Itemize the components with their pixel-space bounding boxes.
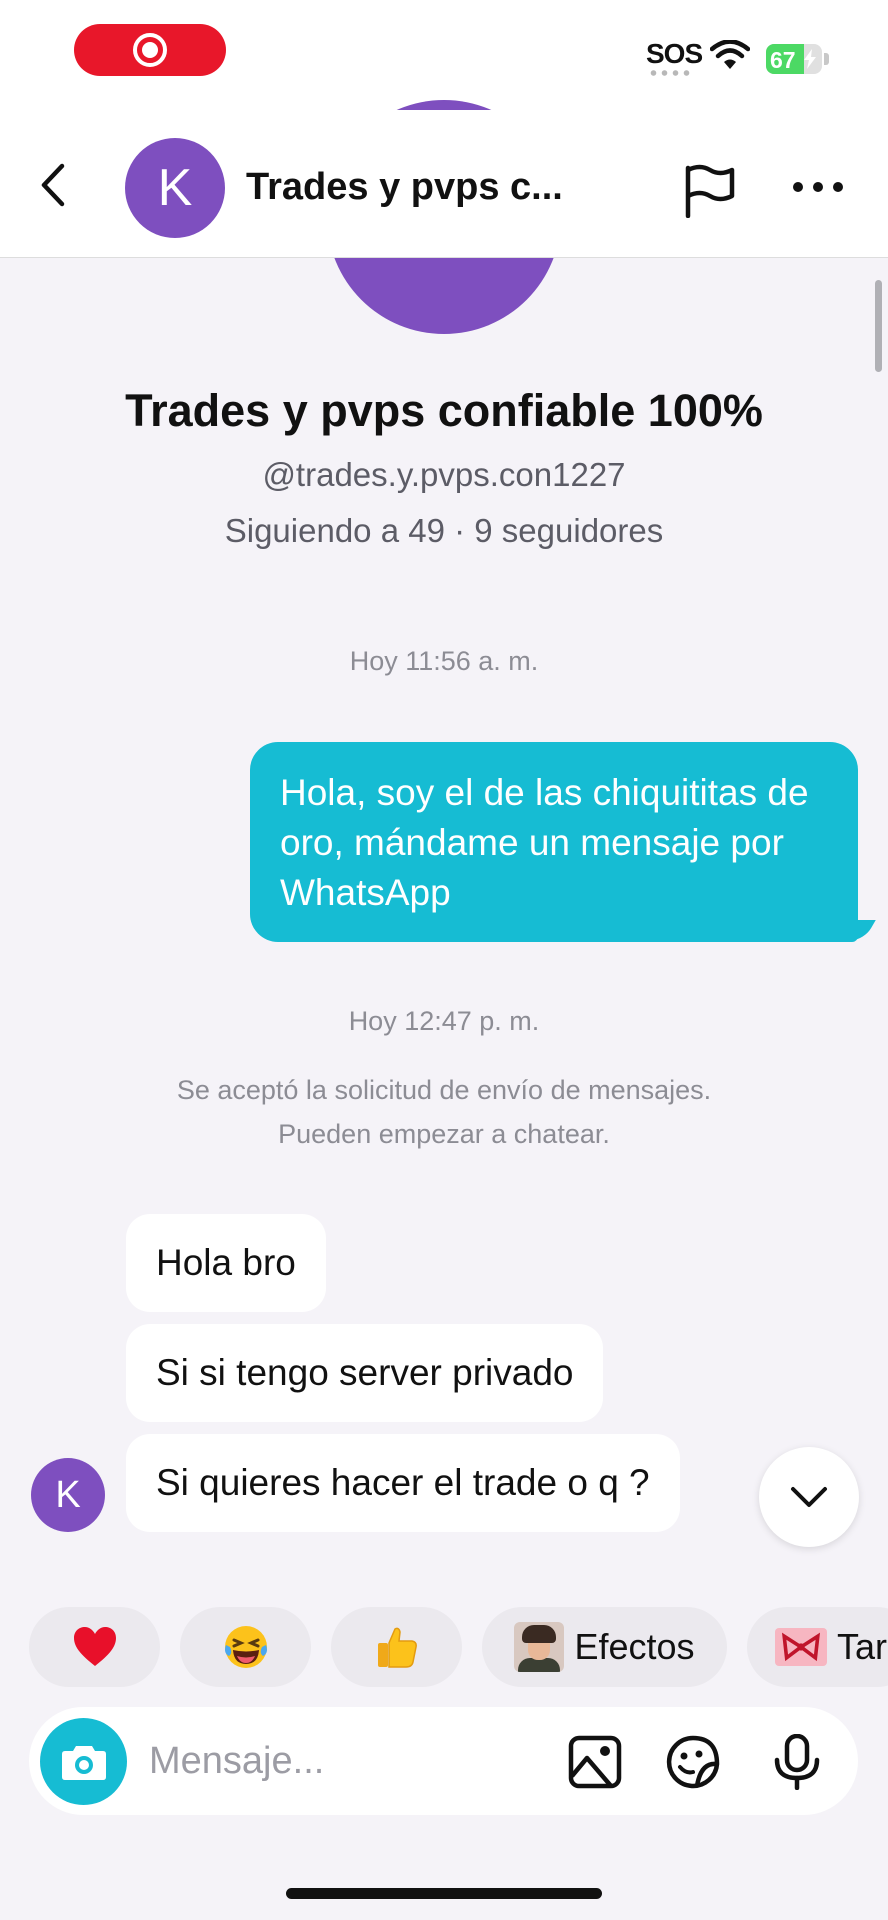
sos-indicator: SOS xyxy=(646,38,703,69)
quick-reaction-laugh[interactable] xyxy=(180,1607,311,1687)
thumbs-up-emoji-icon xyxy=(377,1627,417,1668)
thumb-body xyxy=(518,1658,561,1672)
notice-line: Se aceptó la solicitud de envío de mensa… xyxy=(176,1075,712,1105)
scrollbar[interactable] xyxy=(875,280,882,372)
back-arrow-icon[interactable] xyxy=(30,160,80,210)
chat-title[interactable]: Trades y pvps c... xyxy=(246,166,563,209)
battery-cap xyxy=(824,53,829,65)
heart-emoji-icon xyxy=(73,1627,116,1666)
profile-stats: Siguiendo a 49 · 9 seguidores xyxy=(0,512,888,550)
message-composer xyxy=(29,1707,858,1815)
gallery-icon[interactable] xyxy=(567,1734,623,1790)
home-indicator[interactable] xyxy=(286,1888,602,1899)
stats-separator: · xyxy=(454,512,466,549)
outgoing-message[interactable]: Hola, soy el de las chiquititas de oro, … xyxy=(250,742,858,942)
following-count: Siguiendo a 49 xyxy=(224,512,445,549)
followers-count: 9 seguidores xyxy=(474,512,664,549)
effects-thumbnail xyxy=(514,1622,565,1672)
thumb-hair xyxy=(522,1625,557,1643)
status-bar: SOS 67 xyxy=(0,0,888,110)
quick-reply-next[interactable]: Tar xyxy=(747,1607,888,1687)
next-quick-reply-label: Tar xyxy=(837,1626,888,1667)
notice-line: Pueden empezar a chatear. xyxy=(278,1119,610,1149)
sticker-icon[interactable] xyxy=(665,1734,721,1790)
request-accepted-notice: Se aceptó la solicitud de envío de mensa… xyxy=(0,1068,888,1156)
incoming-message[interactable]: Si si tengo server privado xyxy=(126,1324,604,1422)
quick-reaction-thumbs-up[interactable] xyxy=(331,1607,462,1687)
chevron-down-icon xyxy=(791,1487,827,1507)
battery-indicator: 67 xyxy=(766,44,822,74)
sender-avatar[interactable]: K xyxy=(31,1458,105,1532)
incoming-message[interactable]: Hola bro xyxy=(126,1214,326,1312)
profile-handle[interactable]: @trades.y.pvps.con1227 xyxy=(0,456,888,494)
record-icon xyxy=(133,33,167,67)
header-avatar[interactable]: K xyxy=(125,138,225,238)
more-options-icon[interactable] xyxy=(790,172,846,202)
timestamp: Hoy 12:47 p. m. xyxy=(348,1006,540,1036)
screen-recording-indicator[interactable] xyxy=(74,24,226,76)
wifi-icon xyxy=(710,40,750,69)
message-input[interactable] xyxy=(149,1737,449,1785)
effects-label: Efectos xyxy=(574,1626,695,1667)
battery-percent: 67 xyxy=(770,47,796,73)
profile-name: Trades y pvps confiable 100% xyxy=(125,385,763,436)
timestamp: Hoy 11:56 a. m. xyxy=(349,646,539,676)
gift-ribbon-icon xyxy=(775,1628,827,1666)
signal-dots xyxy=(648,70,692,76)
effects-button[interactable]: Efectos xyxy=(482,1607,727,1687)
quick-reaction-heart[interactable] xyxy=(29,1607,160,1687)
camera-button[interactable] xyxy=(40,1718,127,1805)
scroll-to-bottom-button[interactable] xyxy=(759,1447,859,1547)
camera-icon xyxy=(61,1745,106,1780)
microphone-icon[interactable] xyxy=(769,1734,825,1790)
charging-bolt-icon xyxy=(804,49,816,69)
chat-header: K Trades y pvps c... xyxy=(0,110,888,258)
ribbon-icon xyxy=(781,1632,821,1662)
incoming-message[interactable]: Si quieres hacer el trade o q ? xyxy=(126,1434,680,1532)
laughing-emoji-icon xyxy=(224,1626,267,1668)
report-flag-icon[interactable] xyxy=(680,162,738,218)
